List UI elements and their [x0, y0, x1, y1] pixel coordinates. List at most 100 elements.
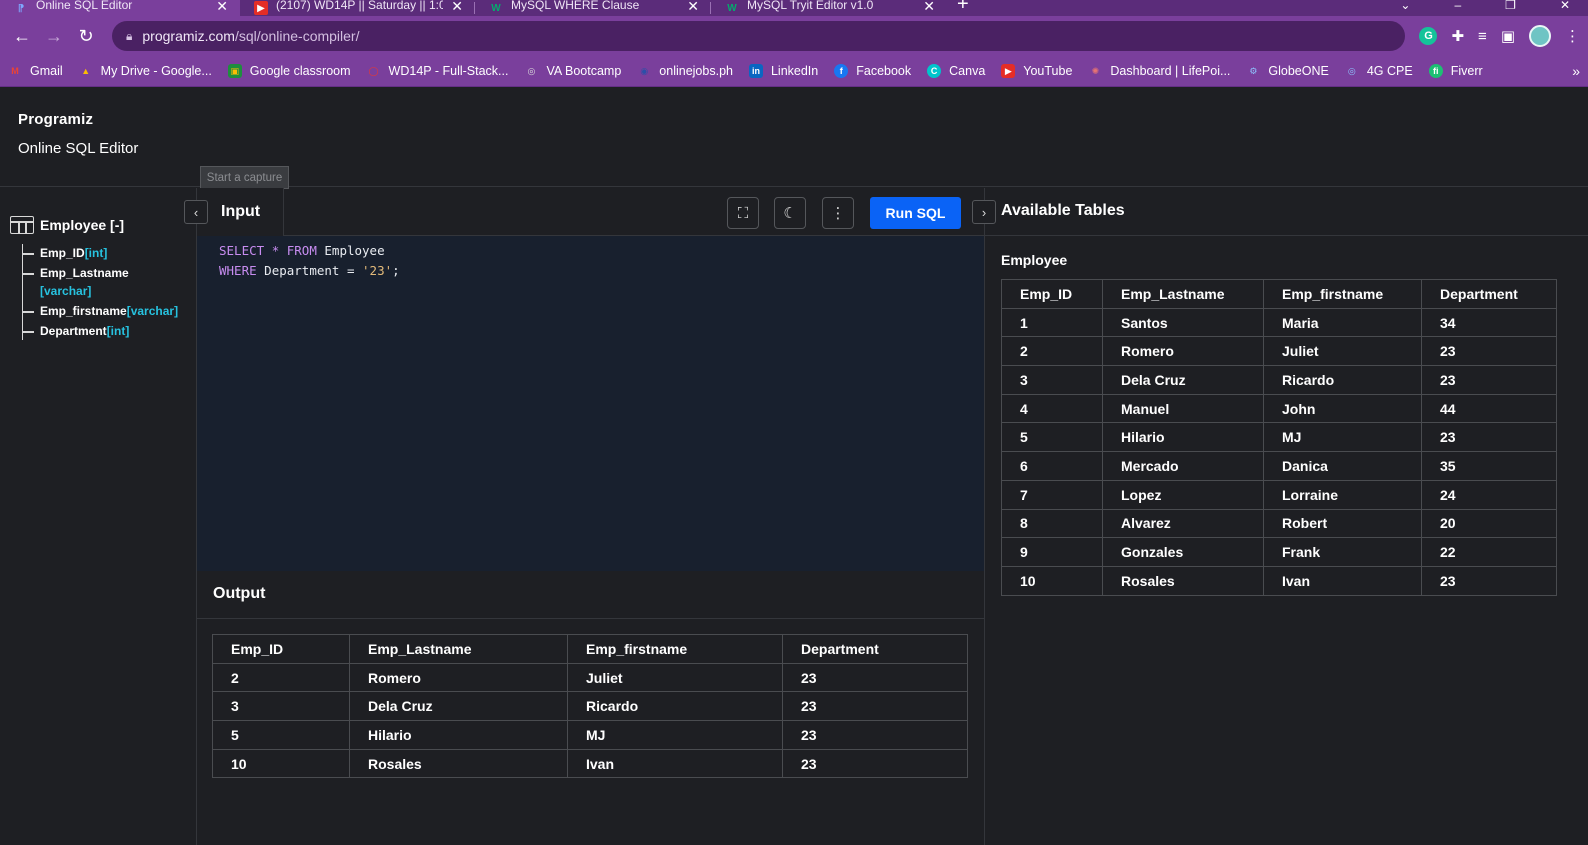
more-bookmarks-icon[interactable]: »	[1572, 63, 1580, 79]
close-icon[interactable]: ✕	[451, 0, 463, 15]
bookmark-onlinejobs[interactable]: ◉ onlinejobs.ph	[637, 64, 733, 78]
close-icon[interactable]: ✕	[687, 0, 699, 15]
restore-icon[interactable]: ❐	[1505, 0, 1516, 12]
run-sql-button[interactable]: Run SQL	[870, 197, 961, 229]
programiz-favicon-icon: ⁋	[17, 2, 25, 14]
address-bar[interactable]: 🔒︎ programiz.com/sql/online-compiler/ ⇪ …	[112, 21, 1406, 119]
table-cell: 23	[782, 662, 968, 693]
programiz-logo[interactable]: Programiz	[18, 111, 1588, 128]
back-arrow-icon[interactable]: ←	[8, 22, 36, 50]
table-row: 9 Gonzales Frank 22	[1001, 537, 1557, 567]
table-row: 1 Santos Maria 34	[1001, 307, 1557, 338]
column-header: Emp_firstname	[1263, 279, 1422, 309]
kebab-menu-icon[interactable]: ⋮	[1565, 27, 1580, 45]
schema-table-toggle[interactable]: Employee [-]	[10, 216, 196, 234]
column-header: Department	[1421, 279, 1557, 309]
bookmark-linkedin[interactable]: in LinkedIn	[748, 64, 818, 78]
bookmark-label: onlinejobs.ph	[659, 64, 733, 78]
table-header-row: Emp_ID Emp_Lastname Emp_firstname Depart…	[1001, 279, 1557, 309]
collapse-right-chevron-icon[interactable]: ›	[972, 200, 996, 224]
column-type: [varchar]	[126, 304, 179, 318]
browser-tab[interactable]: ▶ (2107) WD14P || Saturday || 1:00P ✕	[240, 0, 475, 16]
bookmark-lifepoint[interactable]: ✺ Dashboard | LifePoi...	[1088, 64, 1231, 78]
table-cell: 23	[1421, 422, 1557, 453]
table-cell: John	[1263, 393, 1422, 424]
collapse-left-chevron-icon[interactable]: ‹	[184, 200, 208, 224]
browser-toolbar: ← → ↻ 🔒︎ programiz.com/sql/online-compil…	[0, 16, 1588, 119]
browser-tab[interactable]: W MySQL WHERE Clause ✕	[475, 0, 711, 16]
sql-code-editor[interactable]: SELECT * FROM Employee WHERE Department …	[197, 236, 984, 571]
bookmark-label: Canva	[949, 64, 986, 78]
bookmark-4g-cpe[interactable]: ◎ 4G CPE	[1345, 64, 1413, 78]
tab-title: Online SQL Editor	[36, 0, 133, 12]
table-cell: Santos	[1102, 307, 1264, 338]
table-cell: Ivan	[1263, 565, 1422, 596]
canva-icon: C	[927, 64, 942, 78]
table-row: 6 Mercado Danica 35	[1001, 451, 1557, 481]
table-cell: Juliet	[567, 662, 783, 693]
schema-column: Emp_firstname[varchar]	[23, 302, 196, 320]
browser-tab[interactable]: W MySQL Tryit Editor v1.0 ✕	[711, 0, 947, 16]
table-cell: 23	[782, 691, 968, 722]
table-cell: Romero	[349, 662, 568, 693]
tab-title: MySQL Tryit Editor v1.0	[747, 0, 874, 12]
dark-mode-moon-icon[interactable]: ☾	[774, 197, 806, 229]
grammarly-icon[interactable]: G	[1419, 27, 1438, 45]
new-tab-plus-icon[interactable]: +	[957, 0, 969, 16]
output-table: Emp_ID Emp_Lastname Emp_firstname Depart…	[212, 634, 968, 779]
profile-avatar[interactable]	[1529, 25, 1551, 47]
w3schools-icon: W	[491, 2, 501, 14]
puzzle-extensions-icon[interactable]: ✚	[1451, 27, 1464, 45]
forward-arrow-icon[interactable]: →	[40, 22, 68, 50]
bookmark-globeone[interactable]: ⚙ GlobeONE	[1246, 64, 1329, 78]
bookmark-label: 4G CPE	[1366, 64, 1413, 78]
bookmark-facebook[interactable]: f Facebook	[834, 64, 911, 78]
column-name: Emp_firstname	[40, 304, 127, 318]
table-cell: 23	[1421, 365, 1557, 395]
browser-tab[interactable]: ⁋ Online SQL Editor ✕	[0, 0, 240, 16]
column-type: [varchar]	[40, 284, 92, 298]
lifepoint-icon: ✺	[1091, 65, 1100, 76]
chevron-down-icon[interactable]: ⌄	[1400, 0, 1410, 12]
table-row: 3 Dela Cruz Ricardo 23	[212, 691, 968, 722]
table-cell: 3	[212, 691, 350, 722]
reload-icon[interactable]: ↻	[72, 22, 100, 50]
table-cell: Frank	[1263, 537, 1422, 567]
onlinejobs-icon: ◉	[640, 65, 649, 76]
close-icon[interactable]: ✕	[923, 0, 935, 15]
table-cell: Ricardo	[1263, 365, 1422, 395]
table-row: 3 Dela Cruz Ricardo 23	[1001, 365, 1557, 395]
minimize-icon[interactable]: –	[1454, 0, 1461, 12]
table-cell: Dela Cruz	[1102, 365, 1264, 395]
bookmark-va-bootcamp[interactable]: ◎ VA Bootcamp	[524, 64, 622, 78]
available-tables-panel: › Available Tables Employee Emp_ID Emp_L…	[972, 188, 1588, 845]
fullscreen-icon[interactable]: ⛶	[727, 197, 759, 229]
bookmark-classroom[interactable]: ▣ Google classroom	[227, 64, 351, 78]
bookmark-gmail[interactable]: M Gmail	[8, 64, 63, 78]
bookmark-youtube[interactable]: ▶ YouTube	[1001, 64, 1072, 78]
bookmark-label: GlobeONE	[1268, 64, 1329, 78]
code-keyword: SELECT	[219, 243, 265, 258]
table-cell: Lopez	[1102, 479, 1264, 510]
more-options-icon[interactable]: ⋮	[822, 197, 854, 229]
code-operator: *	[271, 243, 280, 258]
bookmark-drive[interactable]: ▲ My Drive - Google...	[79, 64, 212, 78]
schema-column: Emp_ID[int]	[23, 244, 196, 262]
tab-input[interactable]: Input	[197, 188, 284, 236]
column-header: Emp_Lastname	[1102, 279, 1264, 309]
table-cell: Rosales	[349, 748, 568, 779]
media-queue-icon[interactable]: ≡	[1478, 28, 1487, 45]
bookmark-canva[interactable]: C Canva	[927, 64, 985, 78]
table-cell: 8	[1001, 508, 1103, 539]
lock-icon: 🔒︎	[126, 28, 133, 43]
table-cell: Ricardo	[567, 691, 783, 722]
close-icon[interactable]: ✕	[216, 0, 228, 15]
bookmark-label: Gmail	[30, 64, 63, 78]
bookmark-fiverr[interactable]: fi Fiverr	[1428, 64, 1483, 78]
close-window-icon[interactable]: ✕	[1560, 0, 1570, 12]
side-panel-icon[interactable]: ▣	[1501, 27, 1515, 45]
table-cell: 23	[1421, 565, 1557, 596]
bookmark-wd14p[interactable]: ◯ WD14P - Full-Stack...	[367, 64, 509, 78]
table-cell: 3	[1001, 365, 1103, 395]
ring-icon: ◯	[368, 65, 379, 76]
